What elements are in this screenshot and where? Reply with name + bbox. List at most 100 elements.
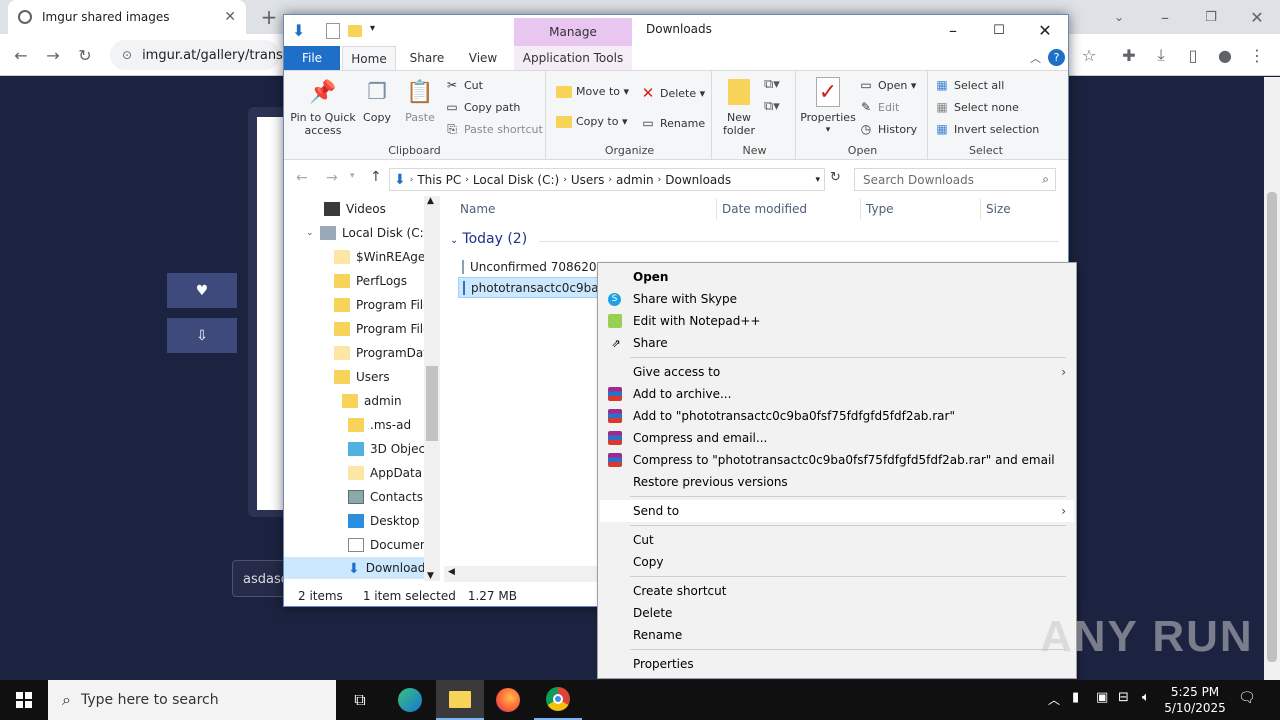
close-browser-button[interactable]: ✕ [1242,2,1272,32]
forward-icon[interactable]: → [38,40,68,70]
page-scrollbar[interactable] [1264,77,1280,680]
page-scrollbar-thumb[interactable] [1267,192,1277,662]
select-all-button[interactable]: ▦ Select all [934,77,1004,93]
restore-browser-button[interactable]: ❐ [1196,2,1226,32]
manage-context-tab[interactable]: Manage [514,18,632,46]
menu-add-to-rar[interactable]: Add to "phototransactc0c9ba0fsf75fdfgfd5… [600,405,1074,427]
edit-button[interactable]: ✎ Edit [858,99,899,115]
nav-item-perflogs[interactable]: PerfLogs [334,270,407,292]
tab-file[interactable]: File [284,46,340,70]
nav-item-contacts[interactable]: Contacts [348,486,423,508]
nav-item-admin[interactable]: admin [342,390,402,412]
favorite-button[interactable]: ♥ [167,273,237,308]
task-view-button[interactable]: ⧉ [336,680,384,720]
nav-item-local-disk[interactable]: ⌄ Local Disk (C:) [306,222,428,244]
menu-give-access[interactable]: Give access to › [600,361,1074,383]
invert-selection-button[interactable]: ▦ Invert selection [934,121,1039,137]
copy-path-button[interactable]: ▭ Copy path [444,99,520,115]
tab-search-icon[interactable]: ⌄ [1104,2,1134,32]
paste-button[interactable]: 📋 Paste [400,77,440,124]
nav-item-desktop[interactable]: Desktop [348,510,420,532]
group-header-today[interactable]: ⌄ Today (2) [450,231,527,247]
up-arrow-icon[interactable]: ↑ [370,169,382,185]
address-field[interactable]: ⬇ › This PC › Local Disk (C:) › Users › adm… [389,168,825,191]
side-panel-icon[interactable]: ▯ [1178,40,1208,70]
nav-item-videos[interactable]: Videos [324,198,386,220]
menu-add-archive[interactable]: Add to archive... [600,383,1074,405]
column-date-modified[interactable]: Date modified [722,202,807,216]
file-row[interactable]: Unconfirmed 708620.crdownload [458,256,598,277]
tab-application-tools[interactable]: Application Tools [514,46,632,70]
network-icon[interactable]: ⊟ [1118,690,1129,705]
pin-quick-access-button[interactable]: 📌 Pin to Quick access [290,77,356,137]
back-arrow-icon[interactable]: ← [296,170,308,186]
chrome-menu-icon[interactable]: ⋮ [1242,40,1272,70]
taskbar-search[interactable]: ⌕ Type here to search [48,680,336,720]
show-hidden-icons-icon[interactable]: ︿ [1048,691,1060,708]
close-tab-icon[interactable]: ✕ [224,9,236,25]
new-folder-qa-icon[interactable] [348,25,362,37]
cut-button[interactable]: ✂ Cut [444,77,483,93]
recent-locations-icon[interactable]: ▾ [350,171,355,181]
menu-properties[interactable]: Properties [600,653,1074,675]
menu-copy[interactable]: Copy [600,551,1074,573]
bookmark-star-icon[interactable]: ☆ [1074,40,1104,70]
downloads-icon[interactable]: ⤓ [1146,40,1176,70]
help-icon[interactable]: ? [1048,49,1065,66]
nav-item-3d-objects[interactable]: 3D Objects [348,438,436,460]
breadcrumb-admin[interactable]: admin [616,173,654,187]
chrome-app[interactable] [534,680,582,720]
menu-compress-to-rar-email[interactable]: Compress to "phototransactc0c9ba0fsf75fd… [600,449,1074,471]
horizontal-scrollbar[interactable]: ◀ [444,566,604,582]
properties-qa-icon[interactable] [326,23,340,39]
search-input[interactable]: Search Downloads ⌕ [854,168,1056,191]
menu-share-skype[interactable]: S Share with Skype [600,288,1074,310]
file-explorer-app[interactable] [436,680,484,720]
customize-qa-icon[interactable]: ▾ [370,23,375,34]
scroll-left-icon[interactable]: ◀ [448,567,455,577]
column-name[interactable]: Name [460,202,495,216]
address-bar[interactable]: ⊙ imgur.at/gallery/transa [110,40,291,70]
nav-item-program-files[interactable]: Program Files [334,294,437,316]
system-clock[interactable]: 5:25 PM 5/10/2025 [1160,684,1230,716]
close-button[interactable]: ✕ [1022,15,1068,46]
breadcrumb-downloads[interactable]: Downloads [665,173,731,187]
menu-send-to[interactable]: Send to › [600,500,1074,522]
forward-arrow-icon[interactable]: → [326,170,338,186]
breadcrumb-local-disk[interactable]: Local Disk (C:) [473,173,559,187]
nav-item-appdata[interactable]: AppData [348,462,422,484]
back-icon[interactable]: ← [6,40,36,70]
download-button[interactable]: ⇩ [167,318,237,353]
menu-share[interactable]: ⇗ Share [600,332,1074,354]
menu-restore-versions[interactable]: Restore previous versions [600,471,1074,493]
nav-item-winreagent[interactable]: $WinREAgent [334,246,438,268]
delete-button[interactable]: ✕ Delete ▾ [640,84,705,102]
copy-button[interactable]: ❐ Copy [360,77,394,124]
collapse-chevron-icon[interactable]: ⌄ [306,228,320,238]
menu-open[interactable]: Open [600,266,1074,288]
paste-shortcut-button[interactable]: ⎘ Paste shortcut [444,121,543,137]
menu-rename[interactable]: Rename [600,624,1074,646]
quick-access-down-icon[interactable]: ⬇ [292,21,305,40]
menu-compress-email[interactable]: Compress and email... [600,427,1074,449]
tab-home[interactable]: Home [342,46,396,70]
address-dropdown-icon[interactable]: ▾ [815,175,820,185]
minimize-button[interactable]: – [930,15,976,46]
scroll-down-icon[interactable]: ▼ [427,571,434,581]
start-button[interactable] [0,680,48,720]
file-row-selected[interactable]: phototransactc0c9ba0fsf75fdfgfd5fdf2ab [458,277,598,298]
minimize-browser-button[interactable]: – [1150,2,1180,32]
meet-now-icon[interactable]: ▣ [1096,690,1108,705]
reload-icon[interactable]: ↻ [70,40,100,70]
breadcrumb-this-pc[interactable]: This PC [417,173,461,187]
properties-button[interactable]: ✓ Properties ▾ [800,77,856,137]
select-none-button[interactable]: ▦ Select none [934,99,1019,115]
move-to-button[interactable]: Move to ▾ [556,85,629,98]
scroll-up-icon[interactable]: ▲ [427,196,434,206]
menu-create-shortcut[interactable]: Create shortcut [600,580,1074,602]
nav-item-programdata[interactable]: ProgramData [334,342,435,364]
volume-icon[interactable]: 🔈︎ [1142,690,1150,705]
extensions-icon[interactable]: ✚ [1114,40,1144,70]
history-button[interactable]: ◷ History [858,121,917,137]
nav-item-program-files-x86[interactable]: Program Files [334,318,437,340]
